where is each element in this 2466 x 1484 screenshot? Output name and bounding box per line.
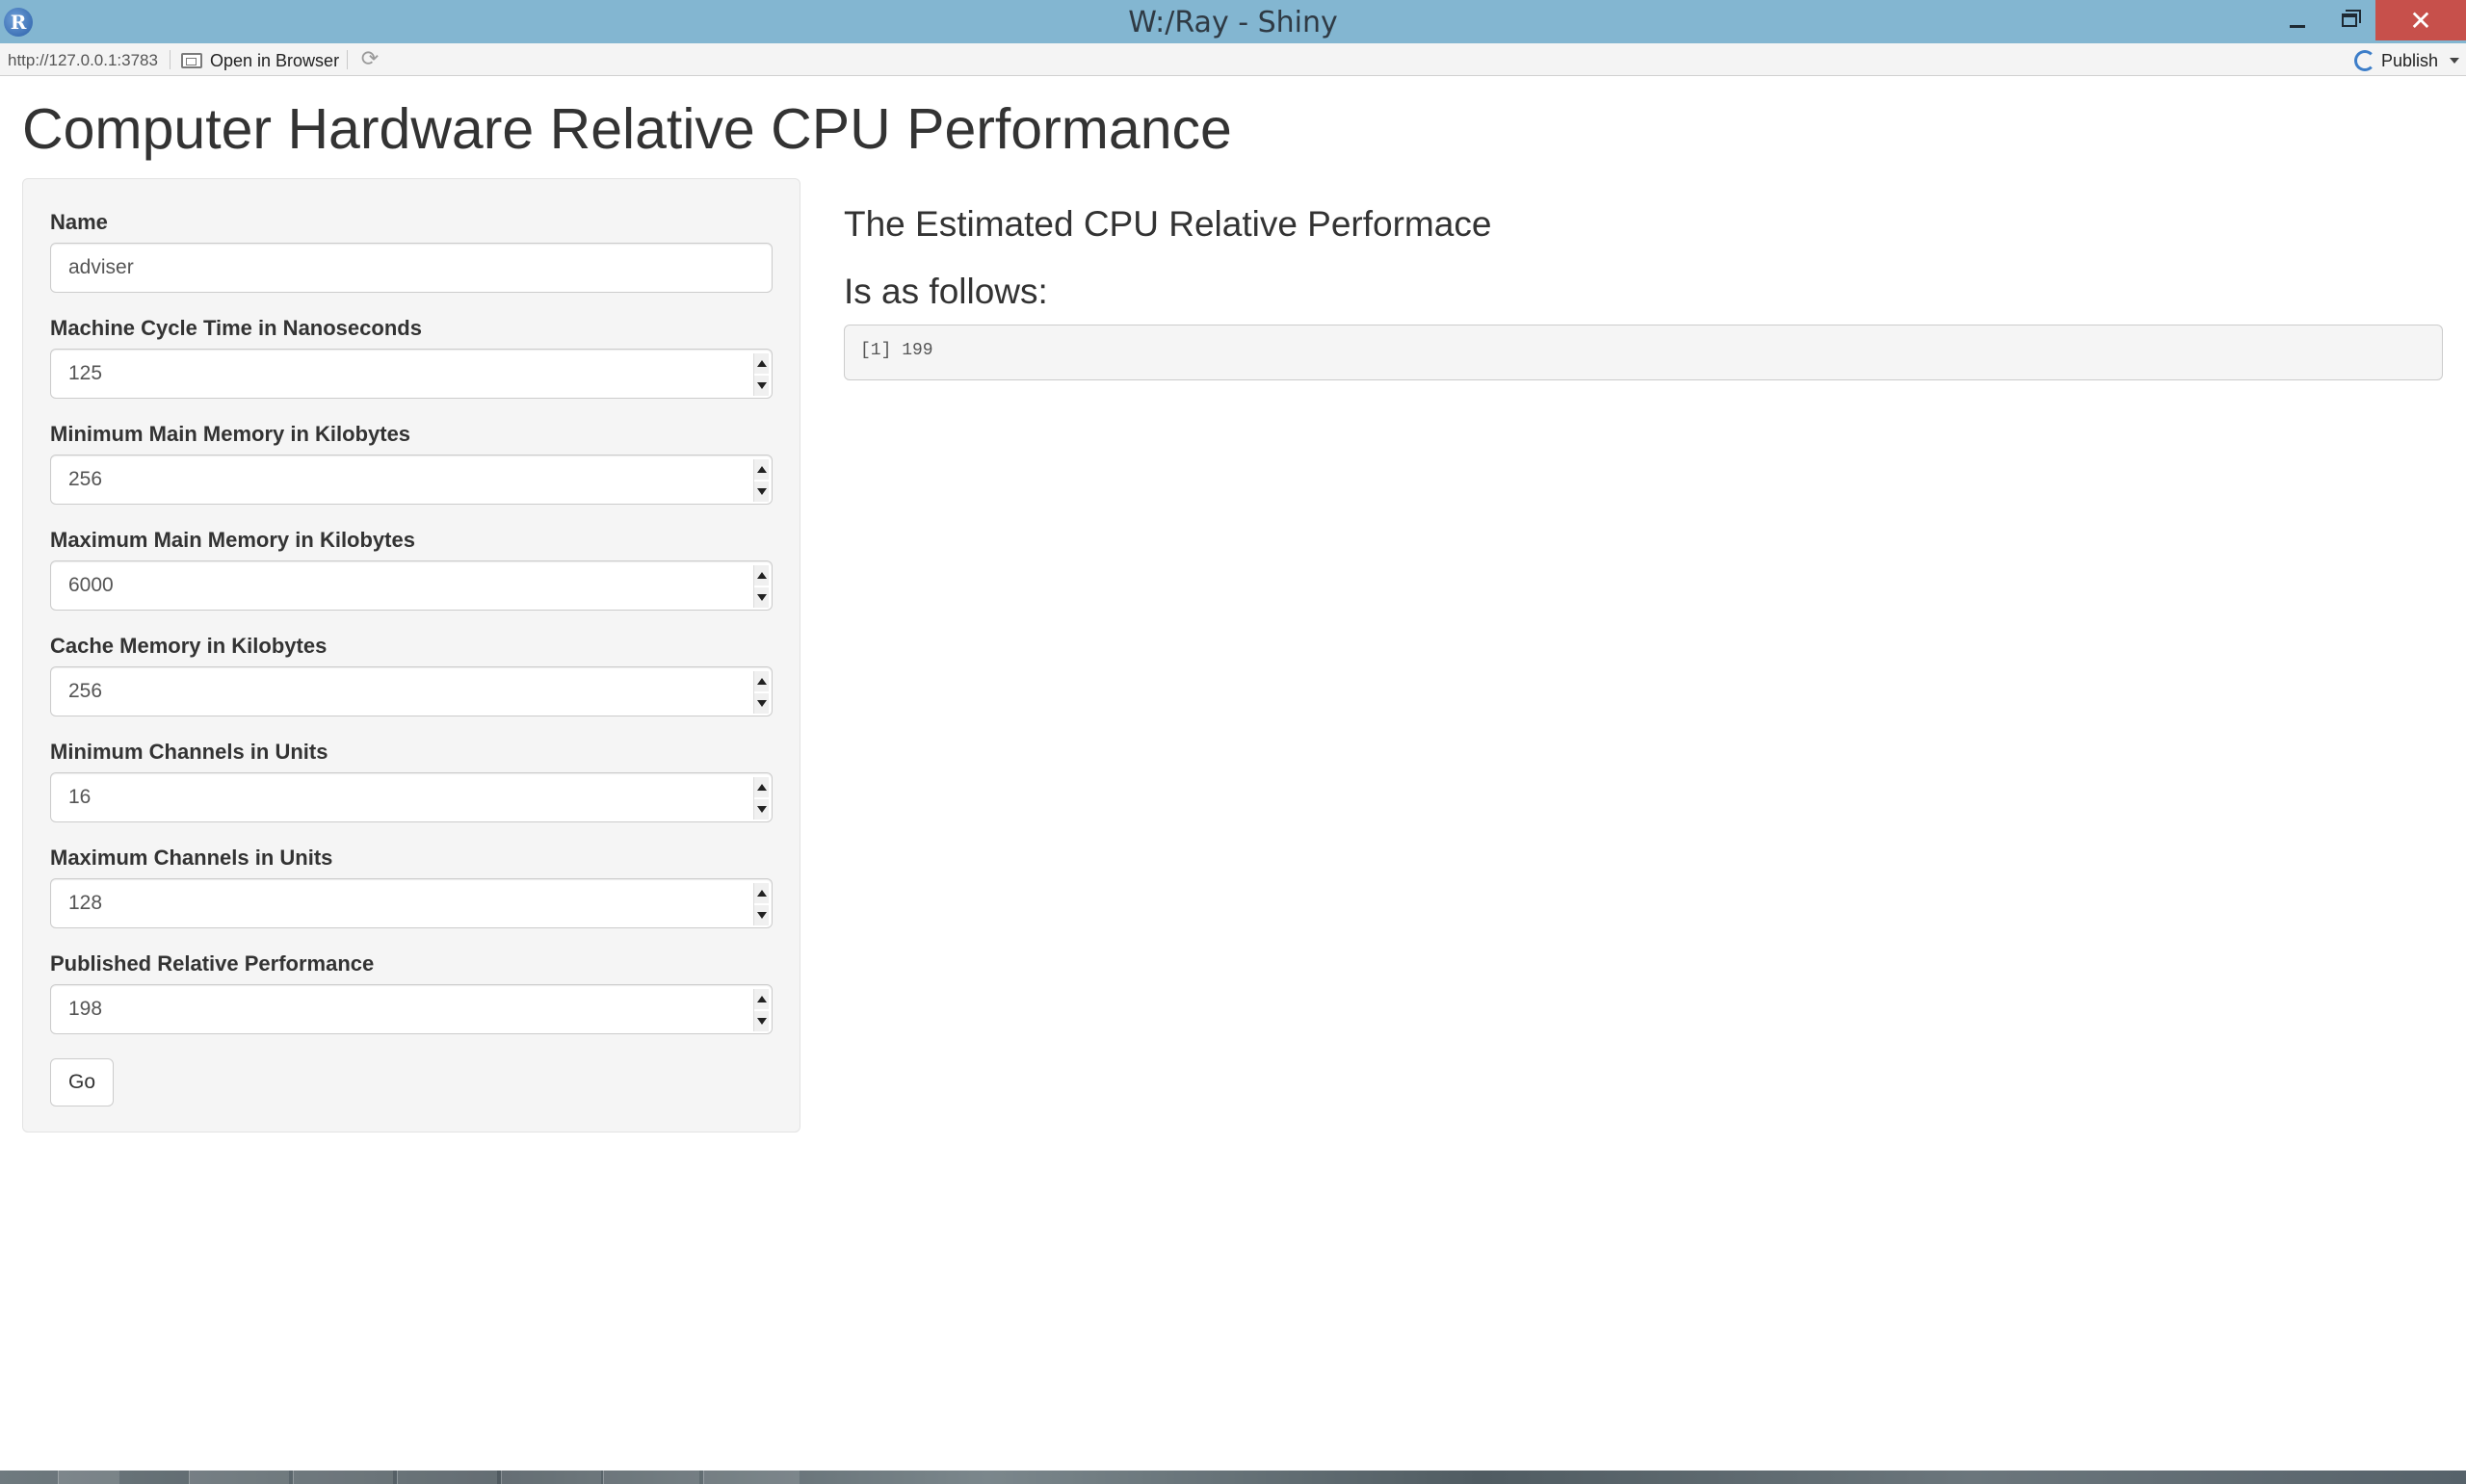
max-channels-label: Maximum Channels in Units xyxy=(50,846,333,870)
name-input-value: adviser xyxy=(68,256,134,278)
arrow-up-icon xyxy=(756,996,767,1002)
go-button[interactable]: Go xyxy=(50,1058,114,1106)
number-spinner xyxy=(753,989,769,1031)
spin-up-button[interactable] xyxy=(754,883,769,903)
toolbar-divider xyxy=(170,50,171,69)
taskbar-item[interactable] xyxy=(603,1471,699,1484)
spin-down-button[interactable] xyxy=(754,799,769,820)
refresh-icon[interactable]: ⟳ xyxy=(358,48,381,71)
spin-down-button[interactable] xyxy=(754,693,769,714)
taskbar-item[interactable] xyxy=(501,1471,601,1484)
arrow-down-icon xyxy=(756,700,767,707)
name-label: Name xyxy=(50,210,108,234)
arrow-up-icon xyxy=(756,572,767,579)
arrow-down-icon xyxy=(756,806,767,813)
chevron-down-icon xyxy=(2450,58,2460,64)
toolbar-divider xyxy=(347,50,348,69)
number-spinner xyxy=(753,777,769,820)
window-title: W:/Ray - Shiny xyxy=(1128,6,1338,39)
cache-memory-input[interactable]: 256 xyxy=(50,666,773,716)
arrow-down-icon xyxy=(756,382,767,389)
min-memory-label: Minimum Main Memory in Kilobytes xyxy=(50,422,411,446)
taskbar xyxy=(0,1471,2466,1484)
spin-up-button[interactable] xyxy=(754,565,769,586)
spin-up-button[interactable] xyxy=(754,777,769,797)
restore-button[interactable] xyxy=(2323,0,2375,40)
sidebar-panel: Name adviser Machine Cycle Time in Nanos… xyxy=(22,178,800,1133)
minimize-button[interactable] xyxy=(2271,0,2323,40)
number-spinner xyxy=(753,459,769,502)
r-logo-icon: R xyxy=(4,8,33,37)
arrow-down-icon xyxy=(756,1018,767,1025)
arrow-up-icon xyxy=(756,360,767,367)
open-in-browser-label: Open in Browser xyxy=(210,50,340,70)
number-spinner xyxy=(753,883,769,925)
spin-up-button[interactable] xyxy=(754,989,769,1009)
max-memory-value: 6000 xyxy=(68,574,114,596)
result-heading: The Estimated CPU Relative Performace xyxy=(844,204,1492,244)
cache-memory-label: Cache Memory in Kilobytes xyxy=(50,634,328,658)
minimize-icon xyxy=(2290,24,2305,28)
min-memory-value: 256 xyxy=(68,468,103,490)
spin-down-button[interactable] xyxy=(754,1011,769,1031)
spin-down-button[interactable] xyxy=(754,376,769,396)
published-performance-value: 198 xyxy=(68,998,103,1020)
max-memory-label: Maximum Main Memory in Kilobytes xyxy=(50,528,415,552)
published-performance-input[interactable]: 198 xyxy=(50,984,773,1034)
taskbar-item[interactable] xyxy=(58,1471,119,1484)
cycle-time-value: 125 xyxy=(68,362,103,384)
min-memory-input[interactable]: 256 xyxy=(50,455,773,505)
arrow-down-icon xyxy=(756,912,767,919)
page-title: Computer Hardware Relative CPU Performan… xyxy=(22,97,1232,161)
url-label: http://127.0.0.1:3783 xyxy=(8,51,158,69)
arrow-up-icon xyxy=(756,784,767,791)
min-channels-input[interactable]: 16 xyxy=(50,772,773,822)
number-spinner xyxy=(753,565,769,608)
taskbar-item[interactable] xyxy=(189,1471,289,1484)
max-memory-input[interactable]: 6000 xyxy=(50,560,773,611)
viewer-toolbar: http://127.0.0.1:3783 Open in Browser ⟳ … xyxy=(0,43,2466,76)
result-subheading: Is as follows: xyxy=(844,272,1048,311)
restore-icon xyxy=(2342,13,2357,27)
spin-up-button[interactable] xyxy=(754,671,769,691)
published-performance-label: Published Relative Performance xyxy=(50,951,375,976)
taskbar-item[interactable] xyxy=(703,1471,800,1484)
publish-icon xyxy=(2354,50,2375,71)
spin-down-button[interactable] xyxy=(754,905,769,925)
open-in-browser-icon xyxy=(181,53,202,68)
name-input[interactable]: adviser xyxy=(50,243,773,293)
spin-up-button[interactable] xyxy=(754,459,769,480)
spin-down-button[interactable] xyxy=(754,587,769,608)
publish-button[interactable]: Publish xyxy=(2354,49,2460,72)
number-spinner xyxy=(753,353,769,396)
cycle-time-input[interactable]: 125 xyxy=(50,349,773,399)
taskbar-item[interactable] xyxy=(293,1471,393,1484)
spin-down-button[interactable] xyxy=(754,482,769,502)
min-channels-value: 16 xyxy=(68,786,92,808)
open-in-browser-button[interactable]: Open in Browser xyxy=(181,49,339,72)
number-spinner xyxy=(753,671,769,714)
cache-memory-value: 256 xyxy=(68,680,103,702)
arrow-down-icon xyxy=(756,594,767,601)
result-output: [1] 199 xyxy=(844,325,2443,380)
arrow-up-icon xyxy=(756,678,767,685)
max-channels-input[interactable]: 128 xyxy=(50,878,773,928)
min-channels-label: Minimum Channels in Units xyxy=(50,740,328,764)
arrow-up-icon xyxy=(756,890,767,897)
cycle-time-label: Machine Cycle Time in Nanoseconds xyxy=(50,316,422,340)
close-button[interactable]: ✕ xyxy=(2375,0,2466,40)
spin-up-button[interactable] xyxy=(754,353,769,374)
arrow-down-icon xyxy=(756,488,767,495)
arrow-up-icon xyxy=(756,466,767,473)
publish-label: Publish xyxy=(2381,50,2439,70)
window-title-bar: R W:/Ray - Shiny ✕ xyxy=(0,0,2466,43)
taskbar-item[interactable] xyxy=(397,1471,497,1484)
max-channels-value: 128 xyxy=(68,892,103,914)
close-icon: ✕ xyxy=(2409,4,2432,37)
